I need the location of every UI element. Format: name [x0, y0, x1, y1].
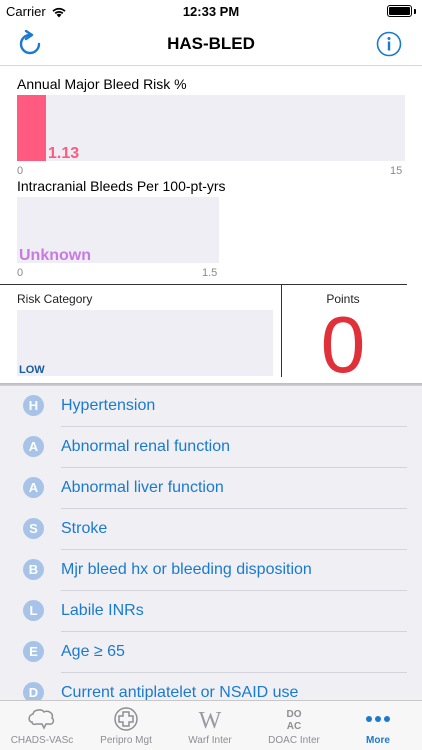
criteria-letter-icon: D [23, 682, 44, 700]
svg-text:DO: DO [287, 709, 302, 720]
warfarin-w-icon: W [199, 708, 222, 732]
bleed-risk-max: 15 [390, 165, 403, 177]
bleed-risk-min: 0 [17, 165, 24, 177]
intracranial-min: 0 [17, 267, 24, 279]
tab-label: More [366, 735, 390, 746]
criteria-letter-icon: S [23, 518, 44, 539]
bleed-risk-label: Annual Major Bleed Risk % [17, 76, 187, 92]
brain-icon [28, 709, 55, 730]
results-divider [0, 284, 407, 285]
risk-category-label: Risk Category [17, 292, 93, 306]
tab-peripro-mgt[interactable]: Peripro Mgt [84, 701, 168, 750]
tab-label: DOAC Inter [268, 735, 320, 746]
status-time: 12:33 PM [182, 4, 240, 19]
risk-category-box [17, 310, 273, 376]
criteria-letter-icon: A [23, 436, 44, 457]
criteria-letter-icon: E [23, 641, 44, 662]
criteria-label: Abnormal renal function [61, 438, 230, 455]
tab-more[interactable]: More [336, 701, 420, 750]
criteria-label: Hypertension [61, 397, 156, 414]
intracranial-value: Unknown [19, 247, 91, 264]
list-item[interactable]: A Abnormal renal function [0, 427, 422, 468]
criteria-list: H Hypertension A Abnormal renal function… [0, 386, 422, 700]
battery-icon [387, 5, 412, 17]
criteria-label: Abnormal liver function [61, 479, 224, 496]
doac-icon: DO AC [287, 709, 302, 732]
list-item[interactable]: B Mjr bleed hx or bleeding disposition [0, 550, 422, 591]
intracranial-label: Intracranial Bleeds Per 100-pt-yrs [17, 178, 226, 194]
page-title: HAS-BLED [167, 34, 255, 53]
risk-category-value: LOW [19, 364, 45, 376]
criteria-letter-icon: A [23, 477, 44, 498]
svg-text:W: W [199, 708, 222, 732]
criteria-label: Stroke [61, 520, 108, 537]
navigation-bar: HAS-BLED [0, 22, 422, 66]
criteria-label: Labile INRs [61, 602, 144, 619]
medical-cross-icon [114, 707, 138, 731]
criteria-label: Current antiplatelet or NSAID use [61, 684, 299, 700]
criteria-letter-icon: B [23, 559, 44, 580]
intracranial-max: 1.5 [202, 267, 218, 279]
tab-chads-vasc[interactable]: CHADS-VASc [0, 701, 84, 750]
bleed-risk-bar [17, 95, 46, 161]
criteria-label: Age ≥ 65 [61, 643, 125, 660]
list-item[interactable]: D Current antiplatelet or NSAID use [0, 673, 422, 700]
more-dots-icon [366, 716, 390, 722]
list-item[interactable]: H Hypertension [0, 386, 422, 427]
criteria-label: Mjr bleed hx or bleeding disposition [61, 561, 312, 578]
svg-text:AC: AC [287, 721, 301, 732]
bleed-risk-value: 1.13 [48, 145, 80, 162]
list-item[interactable]: L Labile INRs [0, 591, 422, 632]
tab-doac-inter[interactable]: DO AC DOAC Inter [252, 701, 336, 750]
criteria-letter-icon: L [23, 600, 44, 621]
list-item[interactable]: A Abnormal liver function [0, 468, 422, 509]
list-item[interactable]: S Stroke [0, 509, 422, 550]
tab-label: CHADS-VASc [10, 735, 74, 746]
points-value: 0 [320, 300, 366, 389]
tab-warf-inter[interactable]: W Warf Inter [168, 701, 252, 750]
criteria-letter-icon: H [23, 395, 44, 416]
status-bar: Carrier 12:33 PM [0, 0, 422, 22]
tab-label: Peripro Mgt [100, 735, 152, 746]
list-item[interactable]: E Age ≥ 65 [0, 632, 422, 673]
tab-bar: CHADS-VASc Peripro Mgt W Warf Inter DO A… [0, 700, 422, 750]
tab-label: Warf Inter [188, 735, 232, 746]
battery-tip [414, 9, 416, 14]
info-icon[interactable] [376, 31, 402, 57]
results-panel: Annual Major Bleed Risk % 1.13 0 15 Intr… [0, 67, 422, 389]
